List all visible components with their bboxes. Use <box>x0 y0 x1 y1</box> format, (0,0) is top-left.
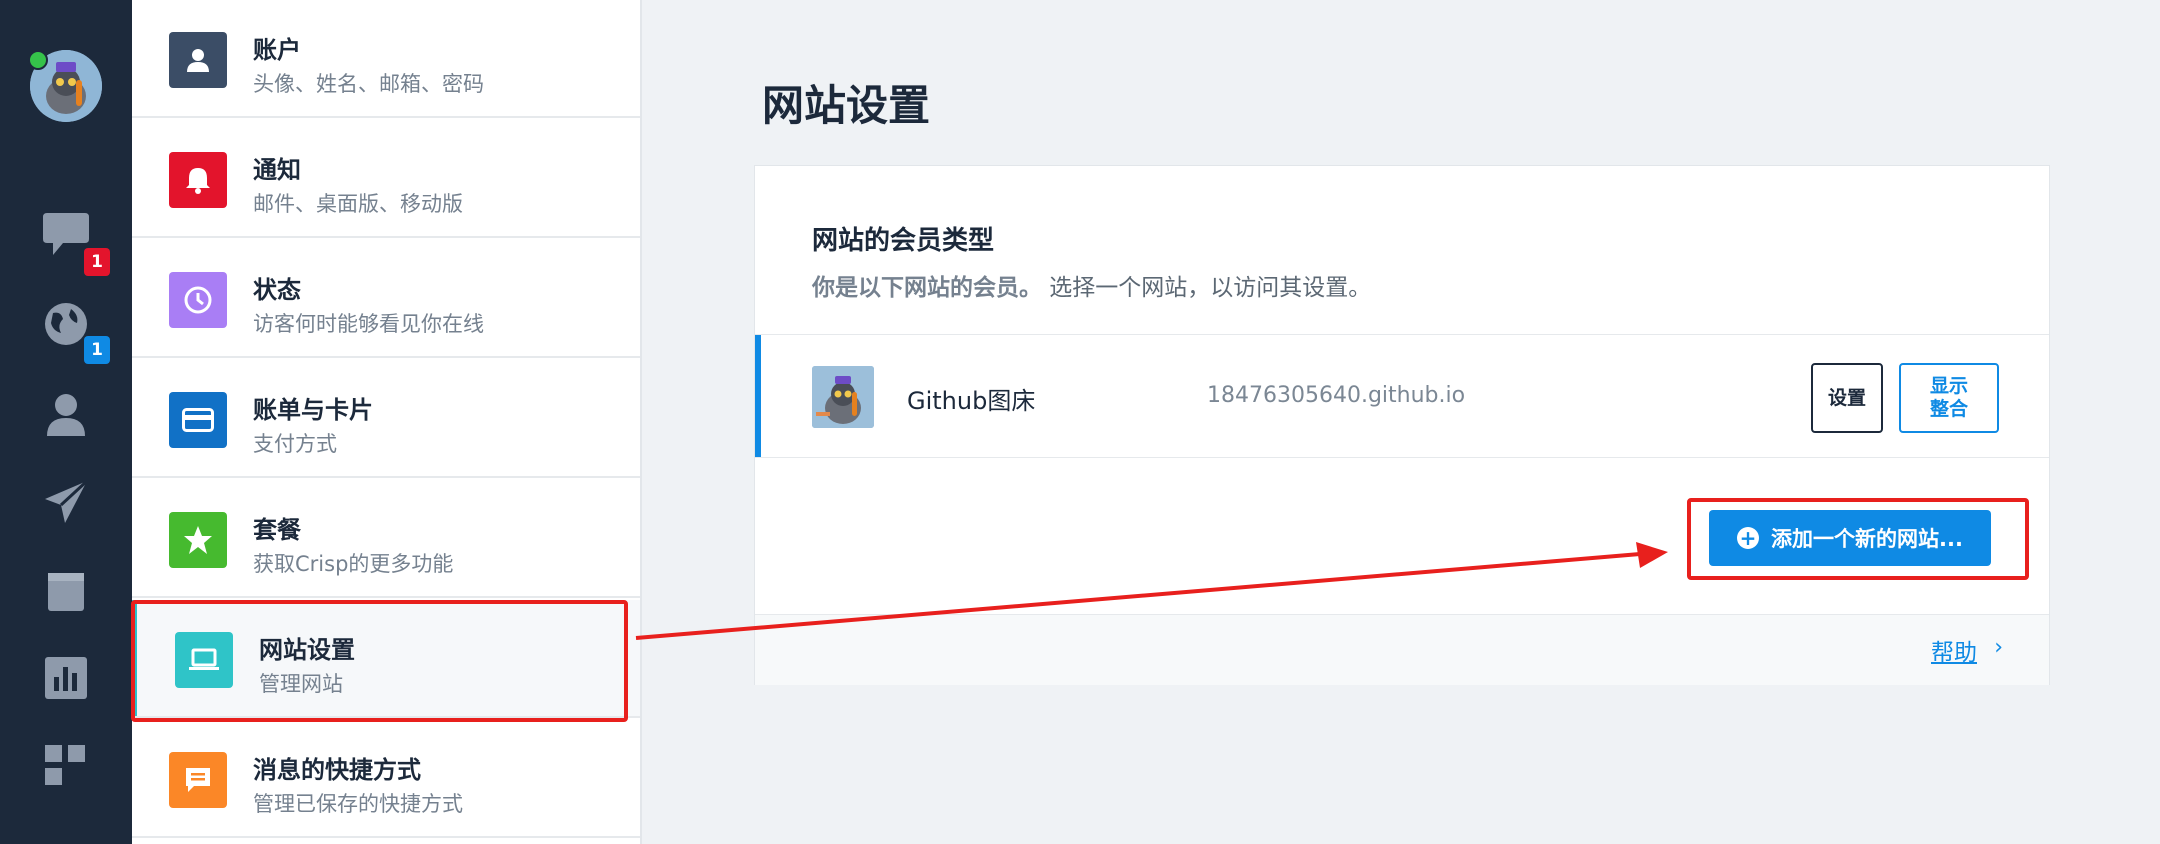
annotation-arrow <box>635 542 1668 640</box>
